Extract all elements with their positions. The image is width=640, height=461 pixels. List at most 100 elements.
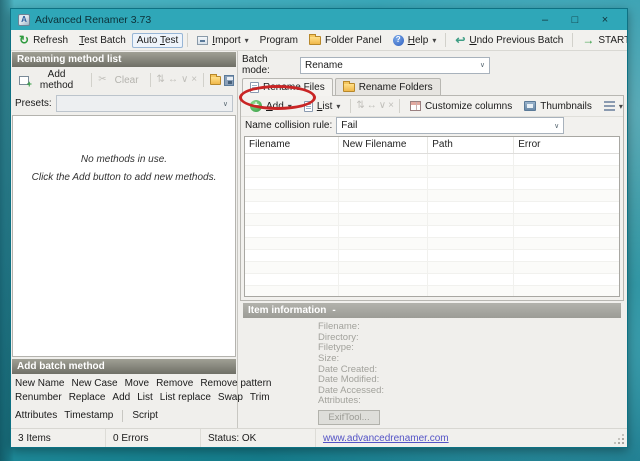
- file-table[interactable]: Filename New Filename Path Error: [244, 136, 620, 298]
- presets-select[interactable]: ∨: [55, 95, 233, 112]
- table-cell: [428, 214, 515, 225]
- method-attributes-button[interactable]: Attributes: [15, 409, 57, 423]
- minimize-button[interactable]: –: [530, 14, 560, 26]
- chevron-down-icon: ∨: [554, 122, 560, 130]
- method-replace-button[interactable]: Replace: [69, 391, 106, 405]
- table-cell: [245, 250, 339, 261]
- dropdown-arrow-icon: ▾: [244, 35, 249, 45]
- column-header-error[interactable]: Error: [514, 137, 619, 153]
- method-new-name-button[interactable]: New Name: [15, 377, 64, 391]
- auto-test-label: Auto Test: [136, 34, 179, 46]
- status-errors-count: 0 Errors: [106, 429, 201, 447]
- exiftool-button[interactable]: ExifTool...: [318, 410, 380, 425]
- folder-panel-button[interactable]: Folder Panel: [304, 33, 387, 48]
- method-new-case-button[interactable]: New Case: [71, 377, 117, 391]
- clear-button[interactable]: Clear: [110, 73, 144, 88]
- table-row[interactable]: [245, 238, 619, 250]
- table-row[interactable]: [245, 190, 619, 202]
- table-row[interactable]: [245, 214, 619, 226]
- toolbar-separator: [203, 73, 205, 87]
- table-row[interactable]: [245, 154, 619, 166]
- start-batch-button[interactable]: → START BATCH: [577, 32, 627, 48]
- batch-mode-select[interactable]: Rename ∨: [300, 56, 490, 74]
- move-leftright-icon: ↔: [366, 100, 377, 111]
- add-files-button[interactable]: + Add ▾: [245, 98, 297, 114]
- customize-columns-button[interactable]: Customize columns: [405, 99, 517, 114]
- table-row[interactable]: [245, 286, 619, 297]
- status-items-count: 3 Items: [11, 429, 106, 447]
- method-renumber-button[interactable]: Renumber: [15, 391, 62, 405]
- program-label: Program: [259, 34, 299, 46]
- table-row[interactable]: [245, 274, 619, 286]
- method-list-button[interactable]: List: [137, 391, 153, 405]
- method-script-button[interactable]: Script: [132, 409, 158, 423]
- dropdown-arrow-icon: ▾: [287, 101, 292, 111]
- refresh-label: Refresh: [33, 34, 69, 46]
- table-cell: [245, 154, 339, 165]
- method-add-button[interactable]: Add: [112, 391, 130, 405]
- table-row[interactable]: [245, 178, 619, 190]
- open-preset-icon[interactable]: [210, 73, 221, 85]
- add-method-button[interactable]: Add method: [14, 67, 85, 93]
- method-timestamp-button[interactable]: Timestamp: [64, 409, 113, 423]
- info-field-directory: Directory:: [318, 331, 359, 343]
- view-mode-button[interactable]: ▾: [599, 99, 623, 113]
- import-button[interactable]: Import ▾: [192, 33, 253, 48]
- table-cell: [339, 274, 429, 285]
- table-row[interactable]: [245, 262, 619, 274]
- table-row[interactable]: [245, 226, 619, 238]
- item-information-header[interactable]: Item information -: [243, 303, 621, 319]
- method-list-replace-button[interactable]: List replace: [160, 391, 211, 405]
- refresh-icon: ↻: [19, 33, 30, 47]
- table-row[interactable]: [245, 166, 619, 178]
- dropdown-arrow-icon: ▾: [336, 101, 341, 111]
- table-cell: [514, 214, 619, 225]
- status-ok: Status: OK: [201, 429, 316, 447]
- test-batch-button[interactable]: Test Batch: [74, 33, 131, 48]
- name-collision-label: Name collision rule:: [245, 120, 333, 131]
- table-cell: [428, 190, 515, 201]
- list-button[interactable]: List ▾: [299, 99, 346, 114]
- titlebar[interactable]: A Advanced Renamer 3.73 – □ ×: [11, 9, 627, 30]
- tab-rename-files[interactable]: Rename Files: [242, 78, 333, 96]
- method-remove-button[interactable]: Remove: [156, 377, 193, 391]
- method-move-button[interactable]: Move: [125, 377, 149, 391]
- table-cell: [245, 286, 339, 297]
- batch-method-row: New Name New Case Move Remove Remove pat…: [15, 377, 271, 391]
- save-preset-icon[interactable]: [224, 74, 234, 86]
- website-link[interactable]: www.advancedrenamer.com: [323, 433, 449, 444]
- info-field-filetype: Filetype:: [318, 342, 354, 354]
- column-header-new-filename[interactable]: New Filename: [339, 137, 429, 153]
- resize-grip-icon[interactable]: [622, 442, 624, 444]
- divider: [122, 410, 124, 422]
- program-button[interactable]: Program: [255, 33, 303, 48]
- table-cell: [514, 262, 619, 273]
- table-row[interactable]: [245, 250, 619, 262]
- refresh-button[interactable]: ↻ Refresh: [14, 32, 73, 48]
- column-header-path[interactable]: Path: [428, 137, 515, 153]
- table-cell: [514, 190, 619, 201]
- method-list-empty-area[interactable]: No methods in use. Click the Add button …: [12, 115, 236, 357]
- column-header-filename[interactable]: Filename: [245, 137, 339, 153]
- status-link-segment: www.advancedrenamer.com: [316, 429, 627, 447]
- table-cell: [339, 214, 429, 225]
- start-arrow-icon: →: [582, 33, 595, 47]
- table-cell: [339, 178, 429, 189]
- auto-test-button[interactable]: Auto Test: [131, 32, 184, 48]
- batch-mode-row: Batch mode: Rename ∨: [240, 53, 624, 78]
- table-cell: [514, 226, 619, 237]
- close-button[interactable]: ×: [590, 14, 620, 26]
- table-cell: [514, 154, 619, 165]
- table-cell: [514, 238, 619, 249]
- name-collision-select[interactable]: Fail ∨: [336, 117, 565, 134]
- collapse-indicator[interactable]: -: [332, 305, 335, 316]
- thumbnails-button[interactable]: Thumbnails: [519, 99, 597, 114]
- maximize-button[interactable]: □: [560, 14, 590, 26]
- help-button[interactable]: ? Help ▾: [388, 33, 442, 48]
- app-icon: A: [18, 13, 30, 26]
- table-row[interactable]: [245, 202, 619, 214]
- desktop-background: A Advanced Renamer 3.73 – □ × ↻ Refresh …: [0, 0, 640, 461]
- tab-rename-folders[interactable]: Rename Folders: [334, 78, 441, 95]
- undo-previous-batch-button[interactable]: ↩ Undo Previous Batch: [450, 32, 568, 48]
- toolbar-separator: [398, 99, 400, 113]
